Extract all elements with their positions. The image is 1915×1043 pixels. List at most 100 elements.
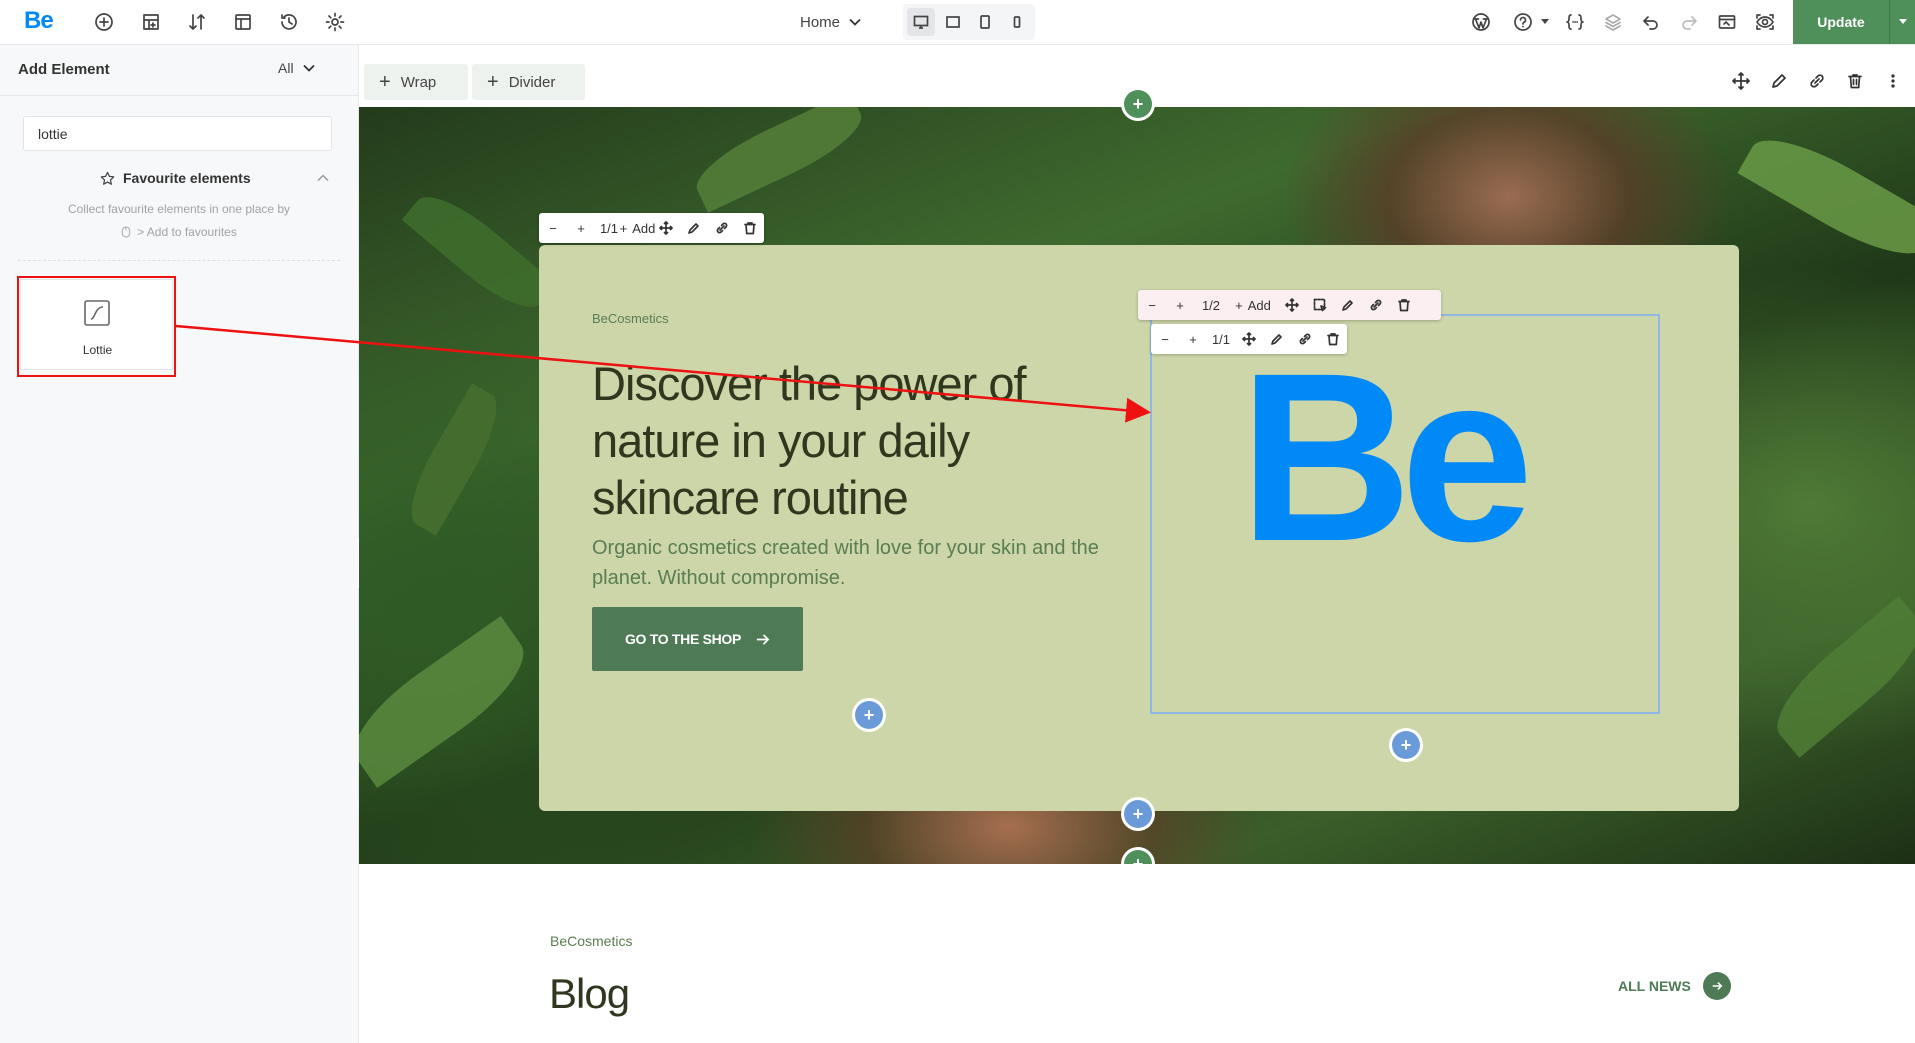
section-tools [1722, 65, 1912, 97]
duplicate-icon[interactable] [1798, 65, 1836, 97]
laptop-icon [946, 16, 960, 28]
template-icon[interactable] [229, 8, 257, 36]
add-wrap-button[interactable]: + Wrap [364, 64, 468, 100]
add-wrap-dot[interactable]: + [855, 701, 883, 729]
increase-icon[interactable]: + [1179, 324, 1207, 354]
redo-icon[interactable] [1675, 8, 1703, 36]
add-wrap-dot[interactable]: + [1124, 800, 1152, 828]
mobile-icon [1013, 16, 1021, 28]
add-section-dot[interactable]: + [1124, 90, 1152, 118]
history-icon[interactable] [275, 8, 303, 36]
decrease-icon[interactable]: − [1151, 324, 1179, 354]
app-logo[interactable]: Be [24, 7, 54, 35]
blog-brand: BeCosmetics [550, 933, 633, 949]
trash-icon[interactable] [736, 213, 764, 243]
edit-icon[interactable] [1263, 324, 1291, 354]
add-wrap-dot[interactable]: + [1392, 731, 1420, 759]
desktop-view-button[interactable] [907, 8, 935, 36]
trash-icon[interactable] [1390, 290, 1418, 320]
help-caret-icon[interactable] [1541, 19, 1549, 25]
add-divider-label: Divider [508, 73, 556, 91]
favourites-header[interactable]: Favourite elements [100, 170, 251, 186]
css-icon[interactable] [1561, 8, 1589, 36]
element-filter-label: All [278, 60, 294, 76]
duplicate-icon[interactable] [1291, 324, 1319, 354]
lottie-preview-logo[interactable]: Be [1239, 337, 1534, 577]
element-filter-select[interactable]: All [278, 60, 316, 76]
shop-button[interactable]: GO TO THE SHOP [592, 607, 803, 671]
select-icon[interactable] [1306, 290, 1334, 320]
hero-brand: BeCosmetics [592, 311, 669, 326]
add-element-button[interactable]: + Add [620, 213, 656, 243]
wrap-toolbar: − + 1/1 [1151, 324, 1347, 354]
decrease-icon[interactable]: − [539, 213, 567, 243]
wordpress-icon[interactable] [1467, 8, 1495, 36]
move-icon[interactable] [1722, 65, 1760, 97]
preview-icon[interactable] [1713, 8, 1741, 36]
tablet-view-button[interactable] [971, 8, 999, 36]
trash-icon[interactable] [1319, 324, 1347, 354]
more-icon[interactable] [1874, 65, 1912, 97]
mobile-view-button[interactable] [1003, 8, 1031, 36]
highlight-box [17, 276, 176, 377]
decrease-icon[interactable]: − [1138, 290, 1166, 320]
move-icon[interactable] [652, 213, 680, 243]
favourites-hint-text: > Add to favourites [137, 225, 237, 239]
add-divider-button[interactable]: + Divider [472, 64, 585, 100]
hero-title[interactable]: Discover the power of nature in your dai… [592, 355, 1062, 526]
page-select[interactable]: Home [800, 10, 862, 34]
help-icon[interactable] [1509, 8, 1537, 36]
layers-icon[interactable] [1599, 8, 1627, 36]
editor-canvas: + Wrap + Divider BeCosmetics Discover th… [359, 45, 1915, 1043]
trash-icon[interactable] [1836, 65, 1874, 97]
chevron-down-icon [849, 18, 861, 26]
update-options-button[interactable] [1889, 0, 1915, 44]
chevron-up-icon[interactable] [316, 171, 330, 185]
plus-icon: + [487, 71, 499, 93]
update-button[interactable]: Update [1793, 0, 1889, 44]
divider [18, 260, 340, 261]
column-toolbar: − + 1/2 + Add [1138, 290, 1441, 320]
add-wrap-label: Wrap [400, 73, 437, 91]
move-icon[interactable] [1235, 324, 1263, 354]
add-element-label: Add [1247, 297, 1271, 313]
arrow-right-icon [1702, 972, 1731, 1000]
chevron-down-icon [302, 64, 315, 72]
increase-icon[interactable]: + [567, 213, 595, 243]
edit-icon[interactable] [680, 213, 708, 243]
column-size[interactable]: 1/2 [1194, 290, 1228, 320]
edit-icon[interactable] [1334, 290, 1362, 320]
favourites-description: Collect favourite elements in one place … [67, 202, 291, 216]
add-element-button[interactable]: + Add [1228, 290, 1278, 320]
duplicate-icon[interactable] [1362, 290, 1390, 320]
tablet-icon [980, 15, 990, 29]
caret-down-icon [1899, 19, 1907, 24]
add-element-panel: Add Element All Favourite elements Colle… [0, 45, 359, 1043]
add-icon[interactable] [90, 8, 118, 36]
hero-section[interactable]: BeCosmetics Discover the power of nature… [359, 107, 1915, 864]
desktop-icon [913, 15, 929, 29]
favourites-title: Favourite elements [123, 170, 251, 186]
plus-icon: + [379, 71, 391, 93]
undo-icon[interactable] [1637, 8, 1665, 36]
hero-subtitle[interactable]: Organic cosmetics created with love for … [592, 533, 1132, 593]
blog-title[interactable]: Blog [549, 970, 630, 1018]
gear-icon[interactable] [321, 8, 349, 36]
device-switcher [903, 4, 1035, 40]
plus-icon: + [1235, 297, 1243, 313]
element-search-input[interactable] [23, 116, 332, 151]
sort-icon[interactable] [183, 8, 211, 36]
increase-icon[interactable]: + [1166, 290, 1194, 320]
all-news-label: ALL NEWS [1618, 978, 1691, 994]
top-bar: Be Home Update [0, 0, 1915, 45]
layout-icon[interactable] [137, 8, 165, 36]
move-icon[interactable] [1278, 290, 1306, 320]
edit-icon[interactable] [1760, 65, 1798, 97]
all-news-link[interactable]: ALL NEWS [1618, 972, 1731, 1000]
panel-title: Add Element [18, 61, 110, 78]
wrap-size[interactable]: 1/1 [1207, 324, 1235, 354]
star-icon [100, 171, 115, 185]
eye-icon[interactable] [1751, 8, 1779, 36]
duplicate-icon[interactable] [708, 213, 736, 243]
laptop-view-button[interactable] [939, 8, 967, 36]
